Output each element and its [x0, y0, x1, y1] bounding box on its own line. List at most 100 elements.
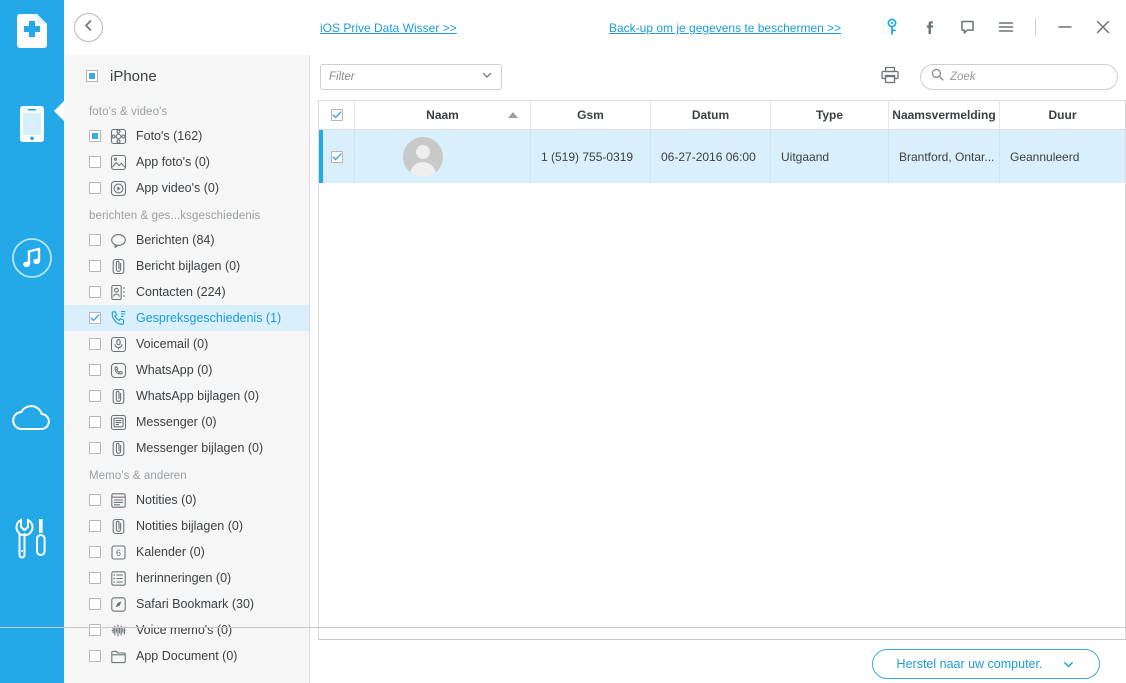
sidebar-item-checkbox[interactable]: [89, 286, 101, 298]
sidebar-item-checkbox[interactable]: [89, 624, 101, 636]
sidebar-item-label: Notities (0): [136, 493, 197, 507]
select-all-checkbox[interactable]: [330, 109, 343, 121]
sidebar-item-label: Messenger (0): [136, 415, 217, 429]
table-header-label: Gsm: [577, 108, 604, 122]
table-header-datum[interactable]: Datum: [651, 101, 771, 129]
filter-dropdown[interactable]: Filter: [320, 64, 502, 90]
wrench-screwdriver-icon: [12, 517, 52, 564]
sidebar-item-checkbox[interactable]: [89, 598, 101, 610]
link-backup-protect-data[interactable]: Back-up om je gegevens te beschermen >>: [609, 21, 841, 35]
sidebar-item-checkbox[interactable]: [89, 572, 101, 584]
sidebar-item-notities-bijlagen-0[interactable]: Notities bijlagen (0): [64, 513, 309, 539]
sidebar-item-checkbox[interactable]: [89, 416, 101, 428]
voice-memo-icon: [110, 622, 127, 639]
rail-item-toolbox[interactable]: [0, 508, 64, 572]
cell-text: Geannuleerd: [1010, 149, 1080, 164]
close-icon[interactable]: [1092, 16, 1114, 38]
sidebar-item-checkbox[interactable]: [89, 234, 101, 246]
sidebar-item-app-foto-s-0[interactable]: App foto's (0): [64, 149, 309, 175]
rail-item-cloud[interactable]: [0, 388, 64, 452]
sidebar-item-label: Voice memo's (0): [136, 623, 233, 637]
feedback-bubble-icon[interactable]: [957, 16, 979, 38]
sidebar-item-label: Bericht bijlagen (0): [136, 259, 241, 273]
sidebar-item-app-document-0[interactable]: App Document (0): [64, 643, 309, 669]
sidebar-item-checkbox[interactable]: [89, 338, 101, 350]
table-header-gsm[interactable]: Gsm: [531, 101, 651, 129]
sidebar-item-messenger-0[interactable]: Messenger (0): [64, 409, 309, 435]
table-header-label: Type: [815, 108, 844, 122]
facebook-icon[interactable]: [919, 16, 941, 38]
sidebar-item-foto-s-162[interactable]: Foto's (162): [64, 123, 309, 149]
sidebar-item-label: Messenger bijlagen (0): [136, 441, 264, 455]
sidebar-item-voicemail-0[interactable]: Voicemail (0): [64, 331, 309, 357]
row-checkbox[interactable]: [330, 150, 343, 163]
notes-icon: [110, 492, 127, 509]
restore-to-computer-button[interactable]: Herstel naar uw computer.: [872, 649, 1100, 679]
sidebar-item-label: Kalender (0): [136, 545, 205, 559]
sidebar-item-messenger-bijlagen-0[interactable]: Messenger bijlagen (0): [64, 435, 309, 461]
sidebar-item-checkbox[interactable]: [89, 260, 101, 272]
table-header-naam[interactable]: Naam: [355, 101, 531, 129]
sidebar-item-kalender-0[interactable]: 6 Kalender (0): [64, 539, 309, 565]
chevron-down-icon[interactable]: [1062, 658, 1075, 671]
sidebar-item-checkbox[interactable]: [89, 364, 101, 376]
minimize-icon[interactable]: [1054, 16, 1076, 38]
search-input[interactable]: Zoek: [920, 64, 1118, 90]
sidebar-item-notities-0[interactable]: Notities (0): [64, 487, 309, 513]
sidebar[interactable]: iPhone foto's & video's Foto's (162) App f…: [64, 55, 310, 683]
sidebar-item-checkbox[interactable]: [89, 442, 101, 454]
arrow-left-circle-icon: [81, 18, 96, 38]
print-button[interactable]: [878, 65, 902, 89]
table-header-naamsvermelding[interactable]: Naamsvermelding: [889, 101, 1000, 129]
cell-text: 1 (519) 755-0319: [541, 149, 634, 164]
cell-text: Brantford, Ontar...: [899, 149, 995, 164]
table-header-type[interactable]: Type: [771, 101, 889, 129]
sidebar-item-voice-memo-s-0[interactable]: Voice memo's (0): [64, 617, 309, 643]
sidebar-item-checkbox[interactable]: [89, 494, 101, 506]
link-ios-private-data-eraser[interactable]: iOS Prive Data Wisser >>: [320, 21, 457, 35]
sidebar-item-checkbox[interactable]: [89, 312, 101, 324]
sidebar-item-berichten-84[interactable]: Berichten (84): [64, 227, 309, 253]
sidebar-item-app-video-s-0[interactable]: App video's (0): [64, 175, 309, 201]
sidebar-item-bericht-bijlagen-0[interactable]: Bericht bijlagen (0): [64, 253, 309, 279]
table-cell-checkbox[interactable]: [319, 130, 355, 183]
sidebar-item-safari-bookmark-30[interactable]: Safari Bookmark (30): [64, 591, 309, 617]
table-select-all-header[interactable]: [319, 101, 355, 129]
main-panel: Filter Zoek Naam Gsm Datum Type Naamsver…: [310, 55, 1126, 683]
header-divider: [1035, 18, 1036, 36]
table-cell-naam: [355, 130, 531, 183]
search-placeholder: Zoek: [950, 71, 976, 83]
table-header-label: Datum: [691, 108, 730, 122]
menu-hamburger-icon[interactable]: [995, 16, 1017, 38]
sidebar-device-row[interactable]: iPhone: [64, 55, 309, 97]
rail-item-music[interactable]: [0, 228, 64, 292]
sidebar-item-gespreksgeschiedenis-1[interactable]: Gespreksgeschiedenis (1): [64, 305, 309, 331]
sort-ascending-icon: [508, 112, 518, 118]
reminders-icon: [110, 570, 127, 587]
table-row[interactable]: 1 (519) 755-0319 06-27-2016 06:00 Uitgaand…: [319, 130, 1125, 183]
sidebar-item-checkbox[interactable]: [89, 156, 101, 168]
table-header-row: Naam Gsm Datum Type Naamsvermelding Duur: [319, 101, 1125, 130]
sidebar-item-checkbox[interactable]: [89, 130, 101, 142]
table-header-duur[interactable]: Duur: [1000, 101, 1125, 129]
phone-icon: [19, 105, 45, 148]
header-icon-group: [881, 12, 1114, 42]
sidebar-item-checkbox[interactable]: [89, 182, 101, 194]
attachment-icon: [110, 258, 127, 275]
sidebar-item-herinneringen-0[interactable]: herinneringen (0): [64, 565, 309, 591]
sidebar-item-whatsapp-bijlagen-0[interactable]: WhatsApp bijlagen (0): [64, 383, 309, 409]
recovery-plus-logo: [13, 12, 51, 50]
sidebar-groups: foto's & video's Foto's (162) App foto's (…: [64, 97, 309, 669]
sidebar-item-checkbox[interactable]: [89, 546, 101, 558]
sidebar-item-checkbox[interactable]: [89, 390, 101, 402]
back-button[interactable]: [74, 13, 103, 42]
sidebar-item-checkbox[interactable]: [89, 520, 101, 532]
table-cell-naamsvermelding: Brantford, Ontar...: [889, 130, 1000, 183]
avatar: [403, 136, 443, 177]
device-checkbox[interactable]: [86, 70, 98, 82]
sidebar-item-checkbox[interactable]: [89, 650, 101, 662]
sidebar-item-contacten-224[interactable]: Contacten (224): [64, 279, 309, 305]
key-icon[interactable]: [881, 16, 903, 38]
table-header-label: Duur: [1048, 108, 1077, 122]
sidebar-item-whatsapp-0[interactable]: WhatsApp (0): [64, 357, 309, 383]
